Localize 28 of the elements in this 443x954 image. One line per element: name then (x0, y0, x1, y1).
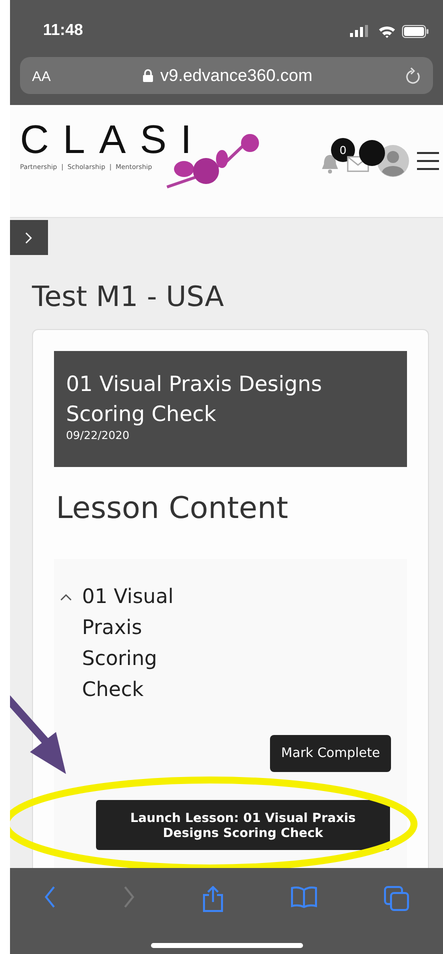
section-heading: Lesson Content (56, 490, 290, 528)
url-text: v9.edvance360.com (160, 66, 312, 86)
accordion-header[interactable]: 01 Visual Praxis Scoring Check (54, 581, 407, 705)
forward-icon[interactable] (122, 886, 134, 908)
tabs-icon[interactable] (384, 886, 410, 912)
text-size-button[interactable]: AA (32, 68, 51, 84)
battery-icon (402, 24, 429, 38)
page-title: Test M1 - USA (32, 279, 225, 315)
wifi-icon (378, 24, 396, 38)
message-badge (359, 140, 385, 166)
lock-icon (143, 69, 154, 82)
reload-icon[interactable] (405, 66, 421, 84)
mark-complete-button[interactable]: Mark Complete (270, 735, 391, 772)
caret-icon (60, 593, 72, 601)
bookmarks-icon[interactable] (290, 886, 316, 908)
status-time: 11:48 (43, 22, 84, 40)
menu-icon[interactable] (417, 152, 439, 170)
sidebar-toggle-button[interactable] (10, 220, 48, 255)
lesson-date: 09/22/2020 (66, 429, 130, 442)
share-icon[interactable] (202, 886, 224, 912)
back-icon[interactable] (44, 886, 56, 908)
logo-text: CLASI (20, 119, 206, 161)
chevron-right-icon (25, 232, 33, 244)
lesson-title: 01 Visual Praxis Designs Scoring Check (66, 371, 323, 428)
address-bar[interactable]: AA v9.edvance360.com (20, 57, 433, 94)
bell-icon[interactable] (321, 154, 339, 174)
launch-lesson-button[interactable]: Launch Lesson: 01 Visual Praxis Designs Scoring Check (96, 800, 390, 850)
avatar-icon[interactable] (377, 145, 409, 177)
